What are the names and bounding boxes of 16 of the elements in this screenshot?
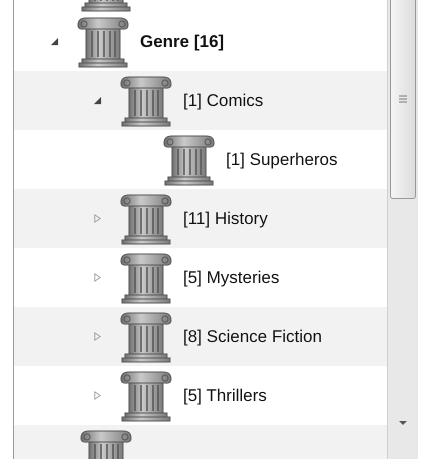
collapsed-arrow-icon[interactable] — [92, 273, 102, 282]
tree-item-label[interactable]: [1] Comics — [183, 90, 264, 110]
expanded-arrow-icon[interactable] — [50, 37, 58, 46]
tree-item-label[interactable]: [8] Science Fiction — [183, 326, 322, 346]
tree-item-label[interactable]: [5] Mysteries — [183, 268, 280, 288]
tree-item-label[interactable]: [1] Superheros — [226, 150, 338, 170]
tree-item-label[interactable]: Genre [16] — [140, 32, 224, 52]
tree-item-label[interactable]: [5] Thrillers — [183, 386, 267, 406]
scroll-down-icon[interactable] — [398, 420, 408, 426]
expanded-arrow-icon[interactable] — [92, 96, 102, 105]
collapsed-arrow-icon[interactable] — [92, 214, 102, 223]
collapsed-arrow-icon[interactable] — [92, 391, 102, 400]
scrollbar-thumb[interactable] — [390, 0, 416, 199]
tree-item-label[interactable]: [11] History — [183, 208, 268, 228]
collapsed-arrow-icon[interactable] — [92, 332, 102, 341]
scrollbar[interactable] — [387, 0, 418, 459]
